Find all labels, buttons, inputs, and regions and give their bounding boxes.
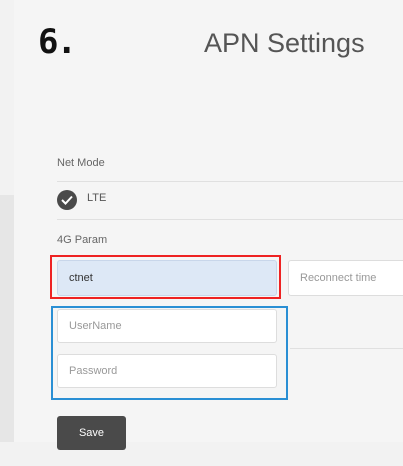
net-mode-lte: LTE <box>87 192 107 204</box>
reconnect-time-input[interactable]: Reconnect time <box>288 260 403 296</box>
save-button[interactable]: Save <box>57 416 126 450</box>
left-strip <box>0 195 14 442</box>
net-mode-label: Net Mode <box>57 157 105 169</box>
divider <box>290 348 403 349</box>
apn-highlight-box <box>50 255 281 299</box>
credentials-highlight-box <box>51 306 288 400</box>
param-label: 4G Param <box>57 234 108 246</box>
page-title: APN Settings <box>204 28 365 58</box>
divider <box>57 219 403 220</box>
divider <box>57 181 403 182</box>
step-number: 6. <box>38 22 77 62</box>
check-icon[interactable] <box>57 190 77 210</box>
